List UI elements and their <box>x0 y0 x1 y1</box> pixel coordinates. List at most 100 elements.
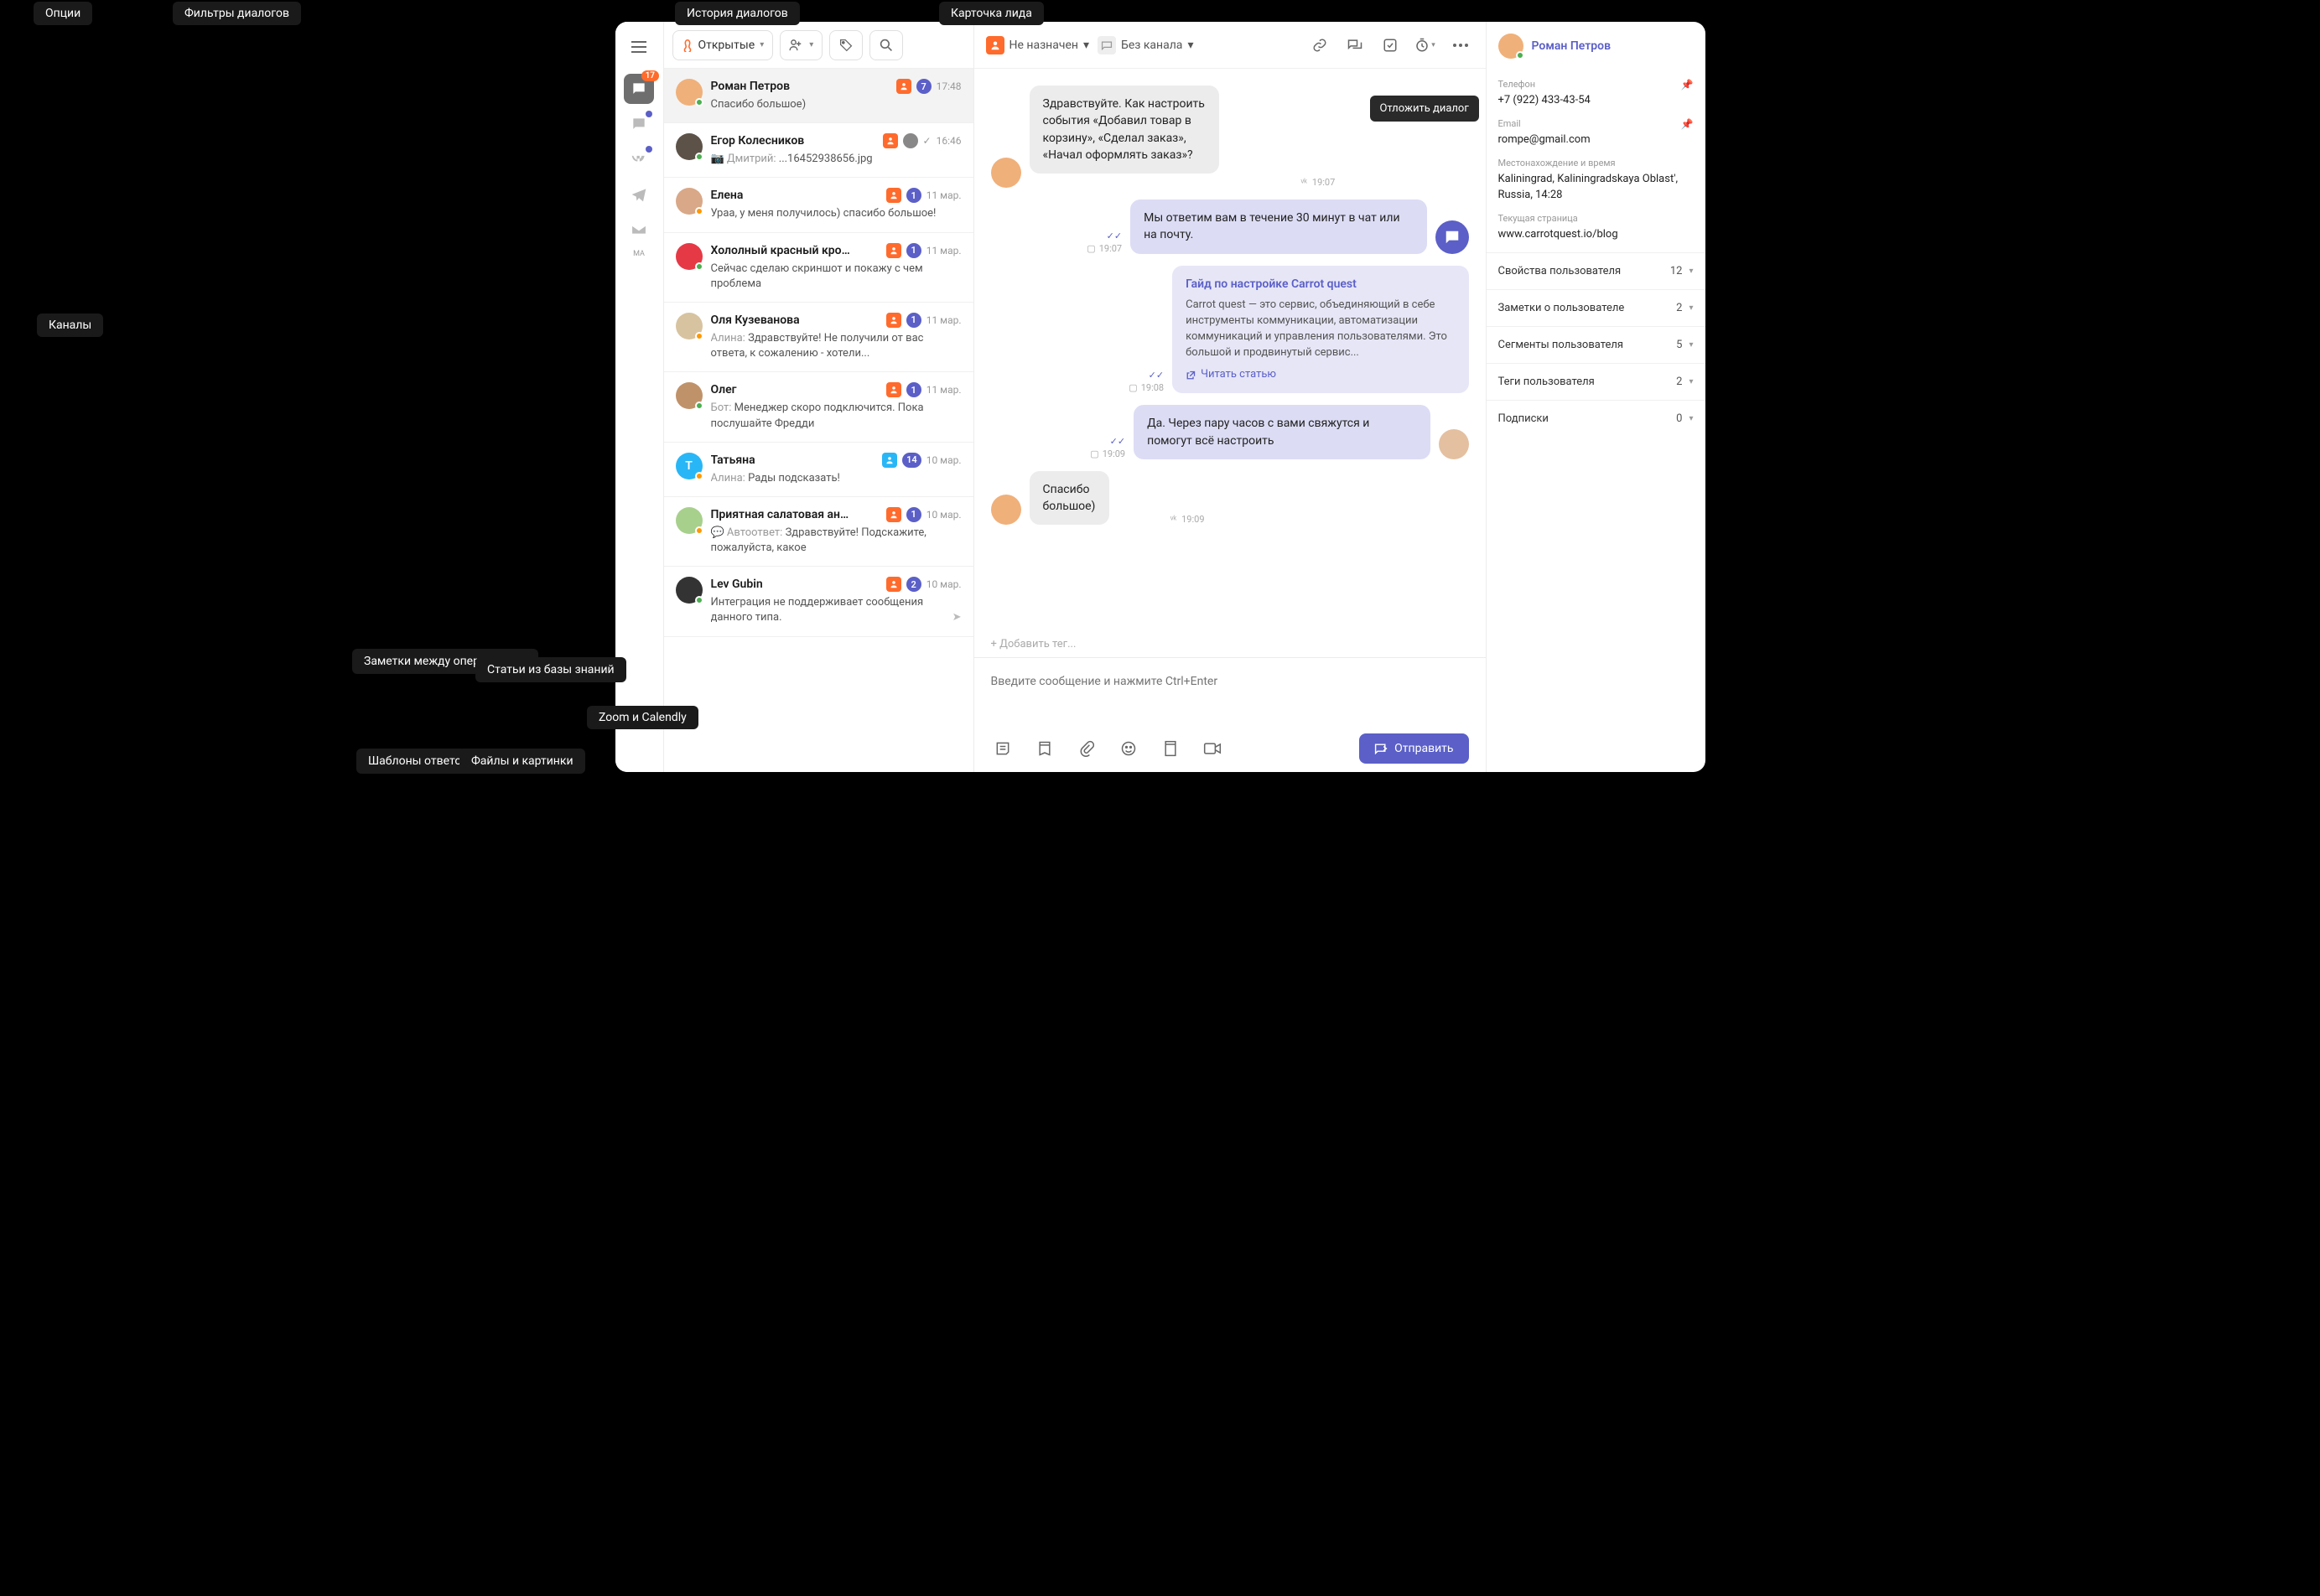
dialog-item[interactable]: Lev Gubin 2 10 мар. Интеграция не поддер… <box>664 567 973 636</box>
channel-badge-icon <box>886 188 901 203</box>
accordion-label: Свойства пользователя <box>1498 265 1622 277</box>
accordion-label: Сегменты пользователя <box>1498 339 1624 351</box>
unread-count: 2 <box>906 577 921 592</box>
accordion-row[interactable]: Подписки0▾ <box>1487 400 1705 437</box>
telegram-channel-icon[interactable] <box>624 179 654 210</box>
unread-count: 1 <box>906 382 921 397</box>
search-button[interactable] <box>869 30 903 60</box>
dialog-preview: Спасибо большое) <box>711 97 962 112</box>
dialog-item[interactable]: Елена 1 11 мар. Ураа, у меня получилось)… <box>664 178 973 232</box>
dialog-item[interactable]: Олег 1 11 мар. Бот: Менеджер скоро подкл… <box>664 372 973 442</box>
more-icon[interactable] <box>1447 32 1474 59</box>
location-value: Kaliningrad, Kaliningradskaya Oblast', R… <box>1498 172 1694 202</box>
unread-count: 1 <box>906 188 921 203</box>
video-icon[interactable] <box>1201 737 1224 760</box>
accordion-row[interactable]: Теги пользователя2▾ <box>1487 363 1705 400</box>
card-link[interactable]: Читать статью <box>1186 367 1455 383</box>
channel-badge-icon <box>886 507 901 522</box>
chat-toolbar: Не назначен ▾ Без канала ▾ ▾ <box>974 22 1486 69</box>
chat-channel-icon[interactable] <box>624 109 654 139</box>
link-icon[interactable] <box>1306 32 1333 59</box>
assignee-select[interactable]: Не назначен ▾ <box>986 36 1090 54</box>
dialogs-panel: Открытые ▾ ▾ Роман Петров <box>664 22 974 772</box>
read-check-icon: ✓✓ <box>1107 231 1122 241</box>
callout-filters: Фильтры диалогов <box>173 2 301 25</box>
assignee-filter-button[interactable]: ▾ <box>780 30 823 60</box>
channel-select[interactable]: Без канала ▾ <box>1098 36 1193 54</box>
dialog-item[interactable]: T Татьяна 14 10 мар. Алина: Рады подсказ… <box>664 443 973 497</box>
avatar: T <box>676 453 703 479</box>
accordion-label: Подписки <box>1498 412 1549 425</box>
snooze-icon[interactable]: ▾ <box>1412 32 1439 59</box>
dialog-item[interactable]: Хололный красный кро… 1 11 мар. Сейчас с… <box>664 233 973 303</box>
channel-badge-icon <box>886 313 901 328</box>
send-button[interactable]: Отправить <box>1359 733 1468 764</box>
composer-actions: Отправить <box>991 733 1469 764</box>
kb-card[interactable]: Гайд по настройке Carrot quest Carrot qu… <box>1172 266 1468 394</box>
message-meta: ᵛᵏ 19:09 <box>1170 514 1205 525</box>
lead-phone-section: Телефон📌 +7 (922) 433-43-54 <box>1487 70 1705 118</box>
tag-filter-button[interactable] <box>829 30 863 60</box>
dialog-time: 17:48 <box>937 80 962 92</box>
lead-location-section: Местонахождение и время Kaliningrad, Kal… <box>1487 158 1705 212</box>
template-icon[interactable] <box>1033 737 1056 760</box>
dialog-time: 11 мар. <box>926 314 962 326</box>
lead-panel: Роман Петров Телефон📌 +7 (922) 433-43-54… <box>1486 22 1705 772</box>
message-time: 19:09 <box>1181 514 1204 525</box>
open-filter-button[interactable]: Открытые ▾ <box>672 30 774 60</box>
resolve-icon[interactable] <box>1377 32 1404 59</box>
channel-badge-icon <box>886 382 901 397</box>
device-icon: ▢ <box>1090 448 1098 459</box>
message-bubble: Да. Через пару часов с вами свяжутся и п… <box>1134 405 1430 459</box>
channel-badge-icon <box>882 453 897 468</box>
avatar <box>676 133 703 160</box>
accordion-label: Теги пользователя <box>1498 376 1595 388</box>
dialog-item[interactable]: Егор Колесников ✓ 16:46 📷 Дмитрий: ...16… <box>664 123 973 178</box>
message-time: 19:09 <box>1103 448 1125 459</box>
accordion-row[interactable]: Заметки о пользователе2▾ <box>1487 289 1705 326</box>
channel-badge-icon <box>886 243 901 258</box>
device-icon: ▢ <box>1129 382 1137 393</box>
dialog-preview: Бот: Менеджер скоро подключится. Пока по… <box>711 401 962 431</box>
accordion-count: 5 <box>1676 339 1682 351</box>
pin-icon[interactable]: 📌 <box>1681 79 1694 91</box>
dialog-item[interactable]: Роман Петров 7 17:48 Спасибо большое) <box>664 69 973 123</box>
conversations-icon[interactable] <box>1342 32 1368 59</box>
add-tag-button[interactable]: + Добавить тег... <box>974 631 1486 657</box>
dialog-name: Lev Gubin <box>711 578 881 591</box>
dialog-time: 11 мар. <box>926 245 962 256</box>
operator-avatar <box>1439 429 1469 459</box>
dialog-preview: Сейчас сделаю скриншот и покажу с чем пр… <box>711 262 962 292</box>
avatar <box>676 243 703 270</box>
inbox-channel-icon[interactable]: 17 <box>624 74 654 104</box>
dialog-item[interactable]: Приятная салатовая ан… 1 10 мар. 💬 Автоо… <box>664 497 973 567</box>
callout-options: Опции <box>34 2 92 25</box>
vk-channel-icon[interactable] <box>624 144 654 174</box>
channel-label: Без канала <box>1121 39 1182 52</box>
message-input[interactable] <box>991 670 1469 693</box>
widget-icon <box>1435 220 1469 254</box>
callout-files: Файлы и картинки <box>459 749 585 774</box>
dialog-item[interactable]: Оля Кузеванова 1 11 мар. Алина: Здравств… <box>664 303 973 372</box>
emoji-icon[interactable] <box>1117 737 1140 760</box>
dialog-preview: Интеграция не поддерживает сообщения дан… <box>711 595 962 625</box>
avatar <box>676 313 703 339</box>
attach-icon[interactable] <box>1075 737 1098 760</box>
message-meta: ✓✓ ▢19:09 <box>1090 436 1125 459</box>
lead-page-section: Текущая страница www.carrotquest.io/blog <box>1487 213 1705 252</box>
chevron-down-icon: ▾ <box>1689 340 1693 350</box>
chevron-down-icon: ▾ <box>1689 377 1693 386</box>
unread-count: 1 <box>906 243 921 258</box>
email-channel-icon[interactable] <box>624 215 654 245</box>
lead-avatar <box>1498 34 1523 59</box>
accordion-row[interactable]: Свойства пользователя12▾ <box>1487 252 1705 289</box>
note-icon[interactable] <box>991 737 1015 760</box>
lead-name[interactable]: Роман Петров <box>1532 39 1612 53</box>
pin-icon[interactable]: 📌 <box>1681 118 1694 130</box>
kb-icon[interactable] <box>1159 737 1182 760</box>
hamburger-icon[interactable] <box>624 32 654 62</box>
accordion-row[interactable]: Сегменты пользователя 5 ▾ <box>1487 326 1705 363</box>
device-icon: ▢ <box>1087 243 1095 254</box>
message-outgoing: ✓✓ ▢19:09 Да. Через пару часов с вами св… <box>991 405 1469 459</box>
chevron-down-icon: ▾ <box>760 40 764 49</box>
